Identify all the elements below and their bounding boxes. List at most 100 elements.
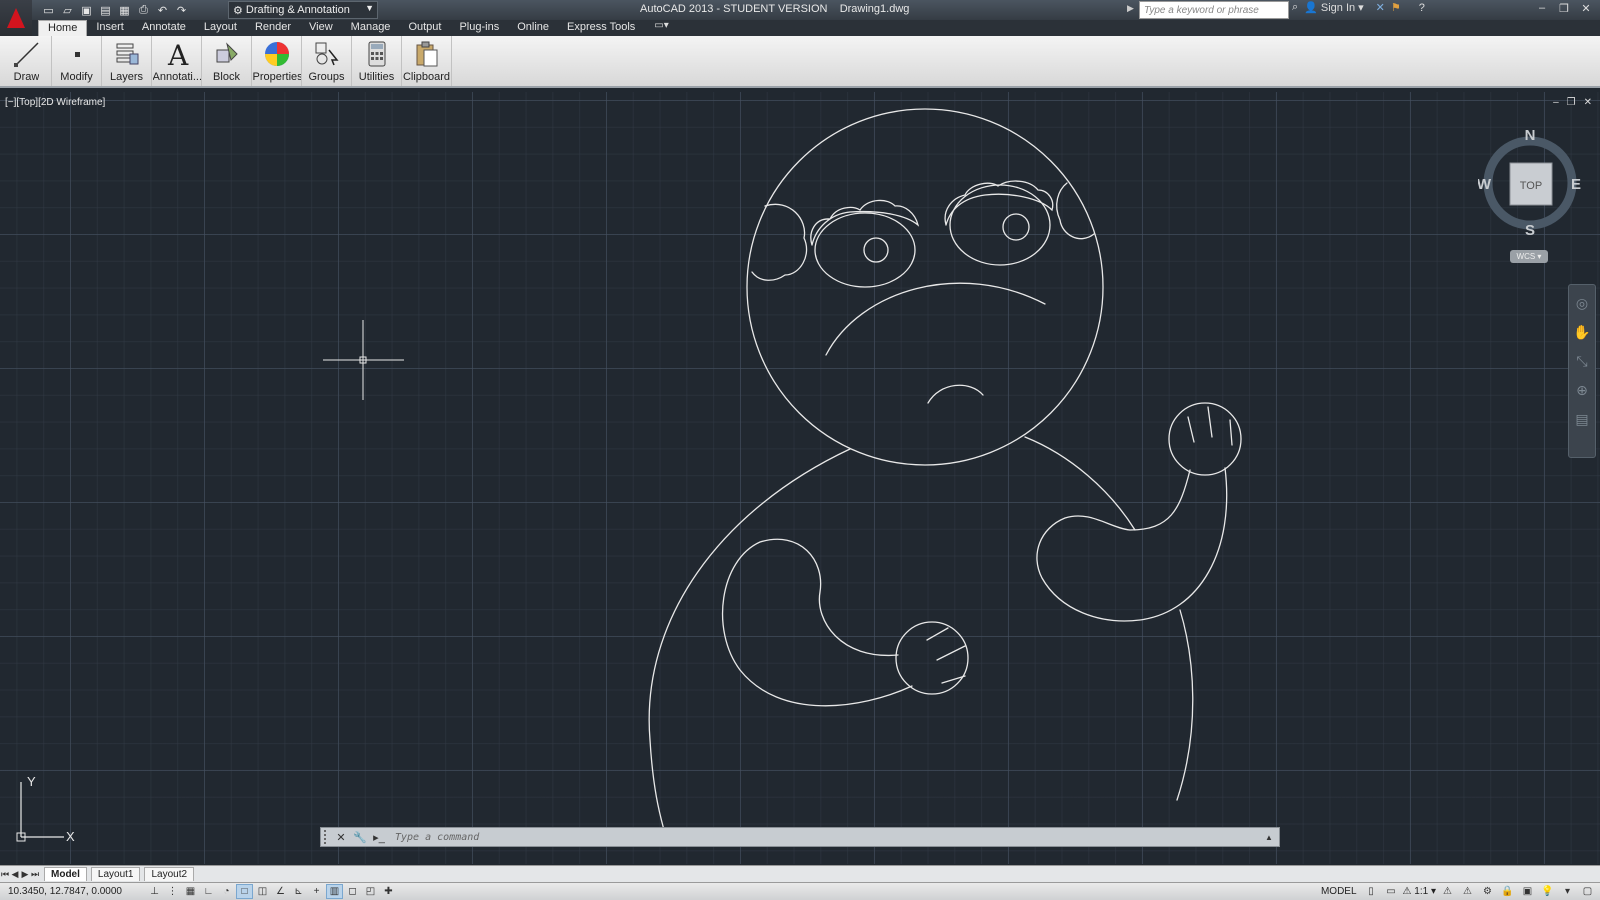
- drawing-canvas[interactable]: [−][Top][2D Wireframe] – ❐ ✕ TOP N S E W…: [0, 92, 1600, 864]
- transparency-icon[interactable]: ◻: [344, 884, 361, 899]
- quick-properties-icon[interactable]: ◰: [362, 884, 379, 899]
- restore-icon[interactable]: ❐: [1554, 0, 1574, 16]
- body-right-outline[interactable]: [1176, 609, 1194, 801]
- annotation-panel-button[interactable]: A Annotati...: [152, 36, 202, 86]
- model-space-toggle[interactable]: MODEL: [1318, 886, 1360, 897]
- pan-icon[interactable]: ✋: [1573, 324, 1590, 341]
- binoculars-icon[interactable]: ⌕: [1292, 1, 1298, 14]
- help-icon[interactable]: ?: [1419, 2, 1425, 14]
- redo-icon[interactable]: ↷: [173, 2, 190, 18]
- tab-manage[interactable]: Manage: [342, 20, 400, 36]
- left-hand[interactable]: [895, 621, 969, 695]
- tab-output[interactable]: Output: [399, 20, 450, 36]
- hardware-acceleration-icon[interactable]: ▣: [1519, 884, 1536, 899]
- next-tab-icon[interactable]: ▶: [20, 869, 30, 880]
- customization-icon[interactable]: ▾: [1559, 884, 1576, 899]
- expand-arrow-icon[interactable]: ▶: [1127, 3, 1134, 14]
- tab-render[interactable]: Render: [246, 20, 300, 36]
- left-ear[interactable]: [751, 203, 808, 281]
- close-icon[interactable]: ✕: [1584, 97, 1592, 108]
- polar-icon[interactable]: ◔: [218, 884, 235, 899]
- tab-express-tools[interactable]: Express Tools: [558, 20, 644, 36]
- snap-icon[interactable]: ⋮: [164, 884, 181, 899]
- tab-online[interactable]: Online: [508, 20, 558, 36]
- application-menu-button[interactable]: [0, 0, 32, 36]
- quick-view-drawings-icon[interactable]: ▭: [1383, 884, 1400, 899]
- compass-north[interactable]: N: [1525, 128, 1536, 144]
- dynamic-ucs-icon[interactable]: ⊾: [290, 884, 307, 899]
- quick-view-layouts-icon[interactable]: ▯: [1363, 884, 1380, 899]
- grid-icon[interactable]: ▦: [182, 884, 199, 899]
- search-input[interactable]: [1139, 1, 1289, 19]
- tab-home[interactable]: Home: [38, 20, 88, 36]
- showmotion-icon[interactable]: ▤: [1575, 411, 1588, 428]
- wrench-icon[interactable]: 🔧: [352, 829, 368, 845]
- save-icon[interactable]: ▣: [78, 2, 95, 18]
- open-icon[interactable]: ▱: [59, 2, 76, 18]
- last-tab-icon[interactable]: ⏭: [30, 869, 40, 880]
- dynamic-input-icon[interactable]: +: [308, 884, 325, 899]
- ortho-icon[interactable]: ∟: [200, 884, 217, 899]
- tab-plug-ins[interactable]: Plug-ins: [450, 20, 508, 36]
- groups-panel-button[interactable]: Groups: [302, 36, 352, 86]
- restore-icon[interactable]: ❐: [1567, 97, 1576, 108]
- left-arm[interactable]: [721, 538, 913, 707]
- minimize-icon[interactable]: –: [1532, 0, 1552, 16]
- tab-annotate[interactable]: Annotate: [133, 20, 195, 36]
- body-left-outline[interactable]: [648, 448, 851, 831]
- steering-wheel-icon[interactable]: ◎: [1576, 295, 1588, 312]
- tab-layout1[interactable]: Layout1: [90, 867, 141, 881]
- viewport-controls-label[interactable]: [−][Top][2D Wireframe]: [5, 97, 105, 108]
- close-icon[interactable]: ✕: [333, 829, 349, 845]
- workspace-dropdown[interactable]: ⚙ Drafting & Annotation ▼: [228, 1, 378, 19]
- lock-icon[interactable]: 🔒: [1499, 884, 1516, 899]
- object-snap-tracking-icon[interactable]: ∠: [272, 884, 289, 899]
- compass-east[interactable]: E: [1571, 176, 1581, 193]
- compass-south[interactable]: S: [1525, 222, 1535, 238]
- chevron-up-icon[interactable]: ▲: [1265, 833, 1279, 842]
- annotation-visibility-icon[interactable]: ⚠: [1439, 884, 1456, 899]
- compass-west[interactable]: W: [1478, 176, 1492, 193]
- 3d-object-snap-icon[interactable]: ◫: [254, 884, 271, 899]
- viewcube[interactable]: TOP N S E W: [1478, 128, 1582, 238]
- close-icon[interactable]: ✕: [1576, 0, 1596, 16]
- ribbon-minimize-icon[interactable]: ▭▾: [654, 20, 668, 36]
- modify-panel-button[interactable]: Modify: [52, 36, 102, 86]
- nose-arc[interactable]: [927, 384, 984, 404]
- selection-cycling-icon[interactable]: ✚: [380, 884, 397, 899]
- right-eyebrow[interactable]: [944, 180, 1054, 226]
- viewcube-face[interactable]: TOP: [1520, 180, 1542, 192]
- frown-arc[interactable]: [825, 282, 1046, 356]
- plot-preview-icon[interactable]: ▦: [116, 2, 133, 18]
- auto-scale-icon[interactable]: ⚠: [1459, 884, 1476, 899]
- prev-tab-icon[interactable]: ◀: [10, 869, 20, 880]
- utilities-panel-button[interactable]: Utilities: [352, 36, 402, 86]
- workspace-switching-icon[interactable]: ⚙: [1479, 884, 1496, 899]
- right-fingers[interactable]: [1187, 406, 1233, 446]
- right-pupil[interactable]: [1002, 213, 1030, 241]
- left-eye[interactable]: [814, 212, 916, 288]
- undo-icon[interactable]: ↶: [154, 2, 171, 18]
- left-fingers[interactable]: [926, 627, 966, 684]
- tab-layout[interactable]: Layout: [195, 20, 246, 36]
- clipboard-panel-button[interactable]: Clipboard: [402, 36, 452, 86]
- minimize-icon[interactable]: –: [1553, 97, 1559, 108]
- layers-panel-button[interactable]: Layers: [102, 36, 152, 86]
- grip-handle[interactable]: [324, 830, 330, 844]
- infer-constraints-icon[interactable]: ⊥: [146, 884, 163, 899]
- right-eye[interactable]: [949, 184, 1051, 266]
- object-snap-icon[interactable]: □: [236, 884, 253, 899]
- coordinate-readout[interactable]: 10.3450, 12.7847, 0.0000: [0, 886, 140, 897]
- save-as-icon[interactable]: ▤: [97, 2, 114, 18]
- stay-connected-icon[interactable]: ⚑: [1391, 1, 1401, 14]
- clean-screen-icon[interactable]: ▢: [1579, 884, 1596, 899]
- right-arm[interactable]: [1036, 467, 1228, 622]
- new-icon[interactable]: ▭: [40, 2, 57, 18]
- print-icon[interactable]: ⎙: [135, 2, 152, 18]
- recent-commands-icon[interactable]: ▸_: [371, 829, 387, 845]
- first-tab-icon[interactable]: ⏮: [0, 869, 10, 880]
- sign-in-button[interactable]: 👤 Sign In ▾: [1304, 1, 1363, 15]
- annotation-scale[interactable]: ⚠ 1:1 ▾: [1403, 886, 1436, 897]
- tab-view[interactable]: View: [300, 20, 342, 36]
- right-hand[interactable]: [1168, 402, 1242, 476]
